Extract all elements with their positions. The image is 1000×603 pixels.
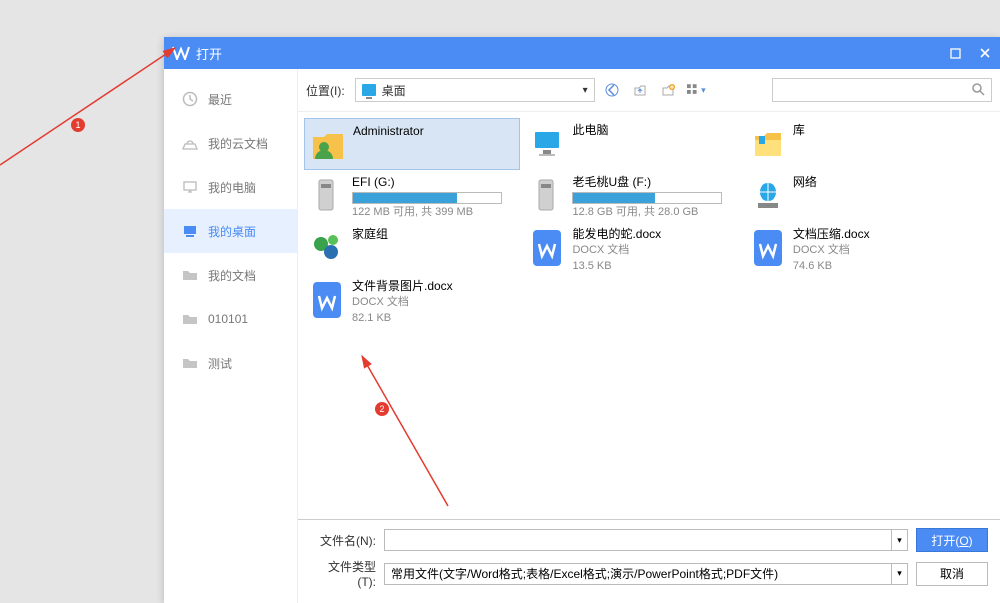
maximize-button[interactable] bbox=[940, 37, 970, 69]
up-button[interactable] bbox=[629, 79, 651, 101]
filetype-label: 文件类型(T): bbox=[310, 558, 376, 589]
cloud-icon bbox=[182, 135, 198, 151]
homegroup-icon bbox=[308, 226, 346, 270]
search-icon bbox=[971, 82, 985, 99]
chevron-down-icon: ▾ bbox=[891, 564, 907, 584]
sidebar-item-cloud[interactable]: 我的云文档 bbox=[164, 121, 297, 165]
file-name: 库 bbox=[793, 122, 805, 138]
file-name: 老毛桃U盘 (F:) bbox=[572, 174, 722, 190]
desktop-icon bbox=[182, 223, 198, 239]
sidebar-item-mycomputer[interactable]: 我的电脑 bbox=[164, 165, 297, 209]
file-name: EFI (G:) bbox=[352, 174, 502, 190]
open-button[interactable]: 打开(O) bbox=[916, 528, 988, 552]
sidebar-item-label: 我的云文档 bbox=[208, 135, 268, 152]
clock-icon bbox=[182, 91, 198, 107]
file-name: 文档压缩.docx bbox=[793, 226, 870, 242]
file-item-docx-snake[interactable]: 能发电的蛇.docx DOCX 文档 13.5 KB bbox=[524, 222, 740, 274]
filename-label: 文件名(N): bbox=[310, 532, 376, 549]
search-box[interactable] bbox=[772, 78, 992, 102]
library-icon bbox=[749, 122, 787, 166]
file-name: Administrator bbox=[353, 123, 424, 139]
new-folder-button[interactable] bbox=[657, 79, 679, 101]
drive-icon bbox=[308, 174, 346, 218]
sidebar-item-label: 我的文档 bbox=[208, 267, 256, 284]
toolbar: 位置(I): 桌面 ▾ bbox=[298, 69, 1000, 111]
sidebar-item-label: 测试 bbox=[208, 355, 232, 372]
location-label: 位置(I): bbox=[306, 82, 345, 99]
pc-icon bbox=[528, 122, 566, 166]
file-grid: Administrator 此电脑 库 bbox=[298, 111, 1000, 519]
file-item-libraries[interactable]: 库 bbox=[745, 118, 961, 170]
file-item-docx-bg[interactable]: 文件背景图片.docx DOCX 文档 82.1 KB bbox=[304, 274, 520, 326]
folder-icon bbox=[182, 311, 198, 327]
docx-file-icon bbox=[528, 226, 566, 270]
network-icon bbox=[749, 174, 787, 218]
titlebar: 打开 bbox=[164, 37, 1000, 69]
close-button[interactable] bbox=[970, 37, 1000, 69]
file-item-thispc[interactable]: 此电脑 bbox=[524, 118, 740, 170]
file-item-docx-compress[interactable]: 文档压缩.docx DOCX 文档 74.6 KB bbox=[745, 222, 961, 274]
folder-icon bbox=[182, 355, 198, 371]
bottom-bar: 文件名(N): ▾ 打开(O) 文件类型(T): 常用文件(文字/Word格式;… bbox=[298, 519, 1000, 603]
monitor-icon bbox=[182, 179, 198, 195]
filetype-select[interactable]: 常用文件(文字/Word格式;表格/Excel格式;演示/PowerPoint格… bbox=[384, 563, 908, 585]
chevron-down-icon: ▾ bbox=[891, 530, 907, 550]
file-name: 能发电的蛇.docx bbox=[572, 226, 661, 242]
sidebar-item-mydocs[interactable]: 我的文档 bbox=[164, 253, 297, 297]
file-item-homegroup[interactable]: 家庭组 bbox=[304, 222, 520, 274]
chevron-down-icon: ▾ bbox=[701, 85, 706, 96]
filename-input[interactable]: ▾ bbox=[384, 529, 908, 551]
view-mode-button[interactable]: ▾ bbox=[685, 79, 707, 101]
file-size: 74.6 KB bbox=[793, 258, 870, 274]
drive-icon bbox=[528, 174, 566, 218]
annotation-badge-1: 1 bbox=[71, 118, 85, 132]
file-size: 82.1 KB bbox=[352, 310, 453, 326]
sidebar-item-recent[interactable]: 最近 bbox=[164, 77, 297, 121]
sidebar: 最近 我的云文档 我的电脑 我的桌面 bbox=[164, 69, 298, 603]
sidebar-item-test[interactable]: 测试 bbox=[164, 341, 297, 385]
storage-text: 12.8 GB 可用, 共 28.0 GB bbox=[572, 204, 722, 220]
file-kind: DOCX 文档 bbox=[352, 294, 453, 310]
file-name: 此电脑 bbox=[572, 122, 608, 138]
sidebar-item-label: 最近 bbox=[208, 91, 232, 108]
sidebar-item-label: 我的电脑 bbox=[208, 179, 256, 196]
wps-logo-icon bbox=[172, 46, 190, 60]
sidebar-item-mydesktop[interactable]: 我的桌面 bbox=[164, 209, 297, 253]
file-kind: DOCX 文档 bbox=[572, 242, 661, 258]
open-dialog: 打开 最近 我的云文档 bbox=[164, 37, 1000, 603]
folder-icon bbox=[182, 267, 198, 283]
file-name: 网络 bbox=[793, 174, 817, 190]
sidebar-item-label: 010101 bbox=[208, 312, 248, 326]
sidebar-item-010101[interactable]: 010101 bbox=[164, 297, 297, 341]
docx-file-icon bbox=[308, 278, 346, 322]
cancel-button[interactable]: 取消 bbox=[916, 562, 988, 586]
file-kind: DOCX 文档 bbox=[793, 242, 870, 258]
docx-file-icon bbox=[749, 226, 787, 270]
storage-text: 122 MB 可用, 共 399 MB bbox=[352, 204, 502, 220]
location-value: 桌面 bbox=[382, 82, 406, 99]
file-item-drive-g[interactable]: EFI (G:) 122 MB 可用, 共 399 MB bbox=[304, 170, 520, 222]
file-item-network[interactable]: 网络 bbox=[745, 170, 961, 222]
file-name: 文件背景图片.docx bbox=[352, 278, 453, 294]
file-item-administrator[interactable]: Administrator bbox=[304, 118, 520, 170]
storage-bar bbox=[572, 192, 722, 204]
file-item-drive-f[interactable]: 老毛桃U盘 (F:) 12.8 GB 可用, 共 28.0 GB bbox=[524, 170, 740, 222]
file-size: 13.5 KB bbox=[572, 258, 661, 274]
dialog-title: 打开 bbox=[196, 44, 222, 63]
location-select[interactable]: 桌面 ▾ bbox=[355, 78, 595, 102]
search-input[interactable] bbox=[779, 83, 971, 97]
monitor-icon bbox=[362, 84, 376, 96]
chevron-down-icon: ▾ bbox=[583, 85, 588, 96]
sidebar-item-label: 我的桌面 bbox=[208, 223, 256, 240]
user-folder-icon bbox=[309, 123, 347, 167]
file-name: 家庭组 bbox=[352, 226, 388, 242]
storage-bar bbox=[352, 192, 502, 204]
back-button[interactable] bbox=[601, 79, 623, 101]
